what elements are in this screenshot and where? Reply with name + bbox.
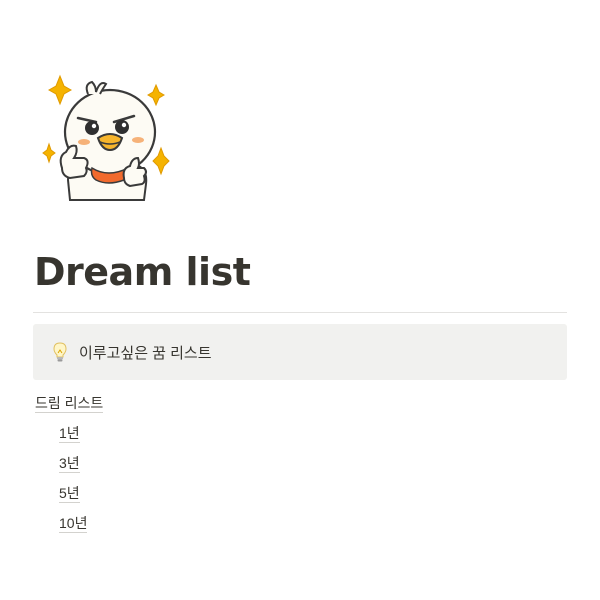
- callout-block[interactable]: 이루고싶은 꿈 리스트: [33, 324, 567, 380]
- notion-page: Dream list 이루고싶은 꿈 리스트 드림 리스트 1년 3년 5년 1…: [0, 0, 600, 600]
- toc-link-10-years[interactable]: 10년: [59, 514, 88, 533]
- toc-link-5-years[interactable]: 5년: [59, 484, 80, 503]
- callout-text: 이루고싶은 꿈 리스트: [79, 344, 212, 362]
- toc-link-1-year[interactable]: 1년: [59, 424, 80, 443]
- toc-link-dream-list[interactable]: 드림 리스트: [35, 394, 104, 413]
- duck-sticker-graphic: [42, 74, 170, 201]
- page-title[interactable]: Dream list: [34, 246, 251, 298]
- toc-link-3-years[interactable]: 3년: [59, 454, 80, 473]
- light-bulb-icon[interactable]: [49, 341, 71, 363]
- duck-thumbs-up-sticker-icon[interactable]: [40, 72, 170, 202]
- divider: [33, 312, 567, 313]
